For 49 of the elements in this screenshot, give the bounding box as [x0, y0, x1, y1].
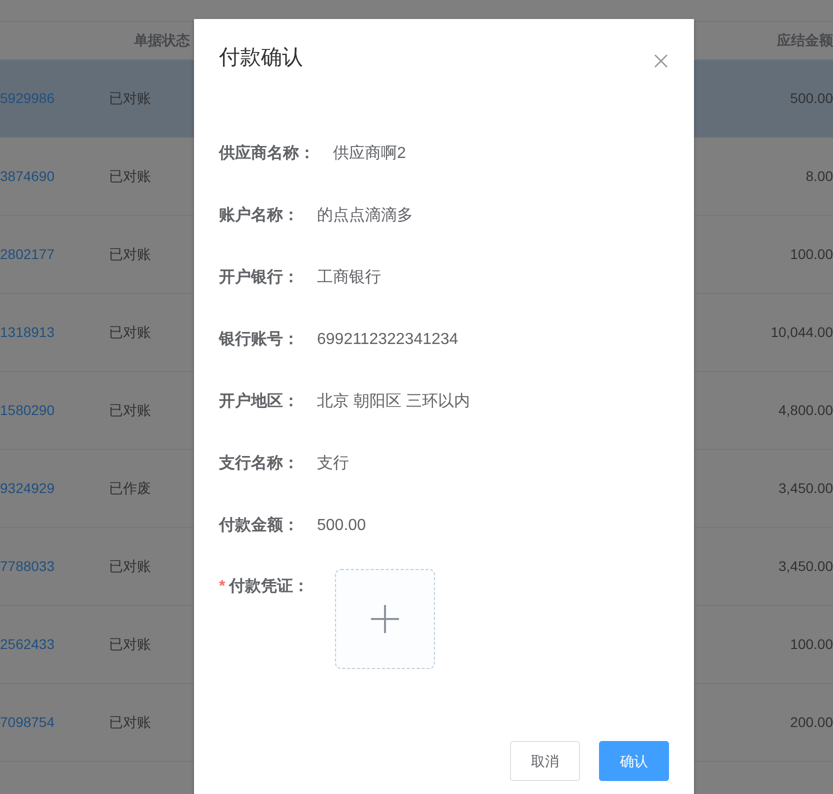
field-label: 账户名称： [219, 205, 299, 226]
table-cell-text: 10,044.00 [770, 323, 833, 342]
field-label: 支行名称： [219, 454, 299, 474]
table-cell-text: 已对账 [108, 401, 152, 420]
close-icon [653, 53, 669, 70]
field-value: 500.00 [317, 516, 366, 536]
table-cell-text: 100.00 [789, 245, 833, 264]
order-link[interactable]: 7788033 [0, 556, 62, 577]
required-mark: * [219, 577, 226, 597]
table-cell-text: 已对账 [108, 323, 152, 342]
table-cell-text: 已对账 [108, 557, 152, 576]
table-cell-text: 已对账 [108, 245, 152, 264]
field-value: 工商银行 [317, 268, 381, 288]
confirm-button[interactable]: 确认 [599, 741, 669, 781]
field-value: 供应商啊2 [333, 144, 406, 164]
order-link[interactable]: 9324929 [0, 478, 62, 499]
order-link[interactable]: 1318913 [0, 322, 62, 343]
field-label: 开户银行： [219, 267, 299, 288]
table-cell-text: 200.00 [789, 713, 833, 732]
field-label: 付款凭证： [229, 576, 310, 597]
table-cell-text: 已对账 [108, 167, 152, 186]
table-cell-text: 500.00 [789, 89, 833, 108]
order-link[interactable]: 2802177 [0, 244, 62, 265]
order-link[interactable]: 3874690 [0, 166, 62, 187]
field-label: 付款金额： [219, 515, 299, 536]
field-value: 6992112322341234 [317, 330, 458, 350]
table-cell-text: 8.00 [804, 167, 833, 186]
table-cell-text: 已对账 [108, 635, 152, 654]
table-cell-text: 100.00 [789, 635, 833, 654]
cancel-button[interactable]: 取消 [510, 741, 580, 781]
upload-area[interactable] [335, 569, 436, 669]
order-link[interactable]: 2562433 [0, 634, 62, 655]
table-cell-text: 4,800.00 [778, 401, 833, 420]
field-value: 的点点滴滴多 [317, 206, 413, 226]
field-value: 北京 朝阳区 三环以内 [317, 392, 470, 412]
dialog-title: 付款确认 [219, 45, 303, 72]
order-link[interactable]: 5929986 [0, 88, 62, 109]
field-label: 开户地区： [219, 391, 299, 412]
field-value: 支行 [317, 454, 349, 474]
plus-icon [370, 604, 400, 634]
table-cell-text: 3,450.00 [778, 557, 833, 576]
table-cell-text: 已作废 [108, 479, 152, 498]
field-label: 银行账号： [219, 330, 299, 350]
field-label: 供应商名称： [219, 143, 315, 164]
table-cell-text: 已对账 [108, 713, 152, 732]
table-cell-text: 已对账 [108, 89, 152, 108]
order-link[interactable]: 7098754 [0, 712, 62, 733]
order-link[interactable]: 1580290 [0, 400, 62, 421]
table-cell-text: 3,450.00 [778, 479, 833, 498]
